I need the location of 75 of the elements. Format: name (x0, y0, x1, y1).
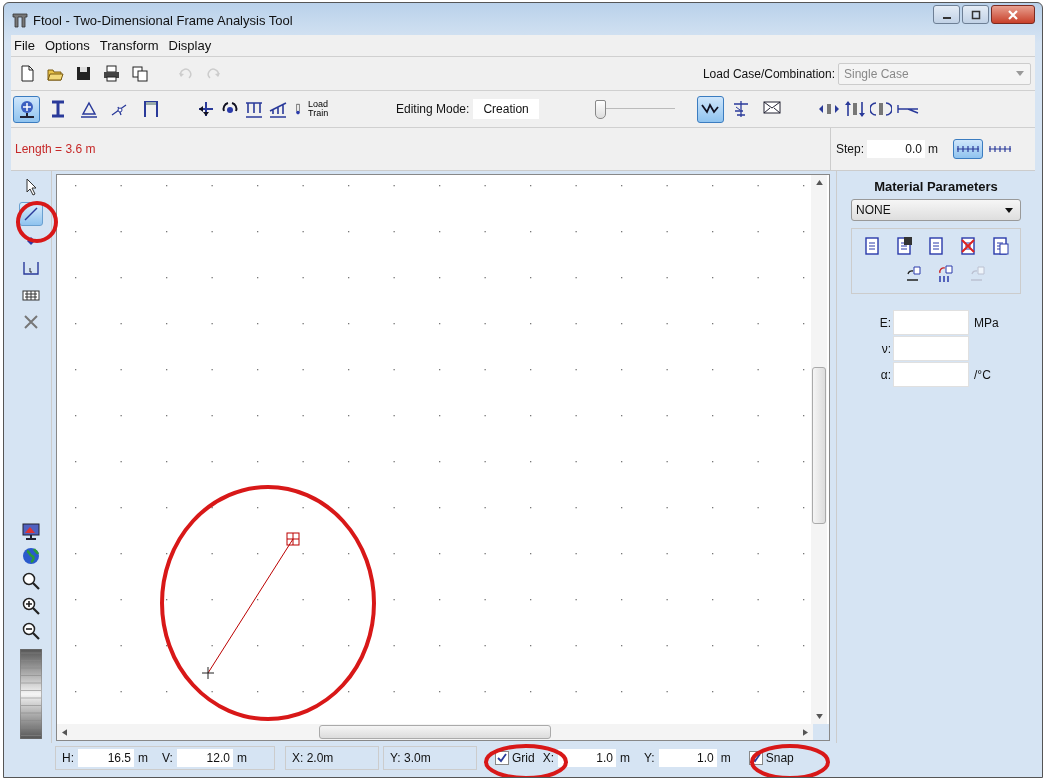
maximize-icon (970, 9, 981, 20)
frame-member-drawing[interactable] (201, 531, 301, 681)
maximize-button[interactable] (962, 5, 989, 24)
editing-mode-label: Editing Mode: (396, 102, 470, 116)
unit-label: m (138, 751, 148, 765)
x-coordinate: X: 2.0m (285, 746, 379, 770)
unit-label: m (236, 751, 247, 765)
zoom-slider[interactable] (594, 98, 675, 120)
vertical-scrollbar[interactable] (811, 175, 827, 724)
horizontal-arrows-icon[interactable] (817, 101, 840, 117)
grid-x-label: X: (542, 751, 554, 765)
scroll-right-icon[interactable] (803, 728, 808, 736)
unit-label: m (928, 142, 939, 156)
parameter-label: α: (879, 367, 891, 382)
grid-x-field[interactable]: 1.0 (558, 749, 616, 767)
menu-item[interactable]: Display (168, 38, 212, 53)
close-button[interactable] (991, 5, 1035, 24)
width-field[interactable]: 12.0 (176, 749, 233, 767)
width-label: V: (162, 751, 173, 765)
slider-thumb[interactable] (594, 100, 606, 119)
close-icon (1008, 9, 1018, 20)
hinge-line-icon[interactable] (895, 102, 920, 116)
caret-icon (1016, 71, 1024, 76)
unit-label: m (620, 751, 630, 765)
y-coordinate: Y: 3.0m (383, 746, 477, 770)
unit-label: MPa (973, 315, 1000, 330)
material-dropdown[interactable]: NONE (851, 199, 1021, 221)
step-field[interactable]: 0.0 (867, 140, 926, 158)
panel-title: Material Parameters (874, 179, 998, 194)
unit-label: /°C (973, 367, 992, 382)
snap-checkbox[interactable]: Snap (748, 751, 794, 765)
parameter-field[interactable] (893, 362, 969, 387)
grid-y-label: Y: (644, 751, 655, 765)
frame-logo-icon (11, 12, 29, 28)
height-label: H: (62, 751, 74, 765)
linear-load-icon[interactable] (268, 99, 288, 119)
height-field[interactable]: 16.5 (78, 749, 134, 767)
distributed-load-icon[interactable] (244, 99, 264, 119)
annotation-circle (16, 201, 58, 243)
load-train-button[interactable]: Load Train (308, 100, 334, 118)
load-case-label: Load Case/Combination: (702, 66, 835, 81)
zoom-in-icon[interactable] (21, 596, 41, 616)
checkbox-icon[interactable] (495, 751, 509, 765)
editing-mode-field: Creation (473, 99, 539, 119)
caret-icon (1005, 207, 1013, 213)
menu-item[interactable]: Options (44, 38, 90, 53)
menu-item[interactable]: File (14, 38, 35, 53)
monitor-icon[interactable] (21, 521, 41, 541)
scroll-left-icon[interactable] (62, 728, 67, 736)
window-title: Ftool - Two-Dimensional Frame Analysis Tool (33, 12, 293, 28)
grid-y-field[interactable]: 1.0 (658, 749, 717, 767)
minimize-button[interactable] (933, 5, 960, 24)
globe-icon[interactable] (21, 546, 41, 566)
zoom-out-icon[interactable] (21, 621, 41, 641)
scroll-down-icon[interactable] (815, 714, 823, 719)
zoom-icon[interactable] (21, 571, 41, 591)
parameter-label: E: (878, 315, 891, 330)
rotation-arrows-icon[interactable] (869, 100, 892, 118)
zigzag-icon[interactable] (696, 95, 724, 123)
ruler-icon[interactable] (953, 139, 984, 159)
unit-label: m (720, 751, 731, 765)
scroll-up-icon[interactable] (815, 180, 823, 185)
nodal-load-icon[interactable] (196, 99, 216, 119)
vertical-arrows-icon[interactable] (843, 100, 866, 118)
step-label: Step: (836, 142, 865, 156)
parameter-field[interactable] (893, 310, 969, 335)
menu-item[interactable]: Transform (99, 38, 159, 53)
horizontal-scrollbar[interactable] (57, 724, 813, 740)
parameter-label: ν: (880, 341, 891, 356)
frame-model-icon[interactable] (13, 95, 40, 123)
parameter-field[interactable] (893, 336, 969, 361)
minimize-icon (942, 16, 951, 19)
status-message: Length = 3.6 m (14, 142, 96, 156)
grid-checkbox[interactable]: Grid (495, 751, 535, 765)
zoom-wheel[interactable] (20, 649, 42, 739)
